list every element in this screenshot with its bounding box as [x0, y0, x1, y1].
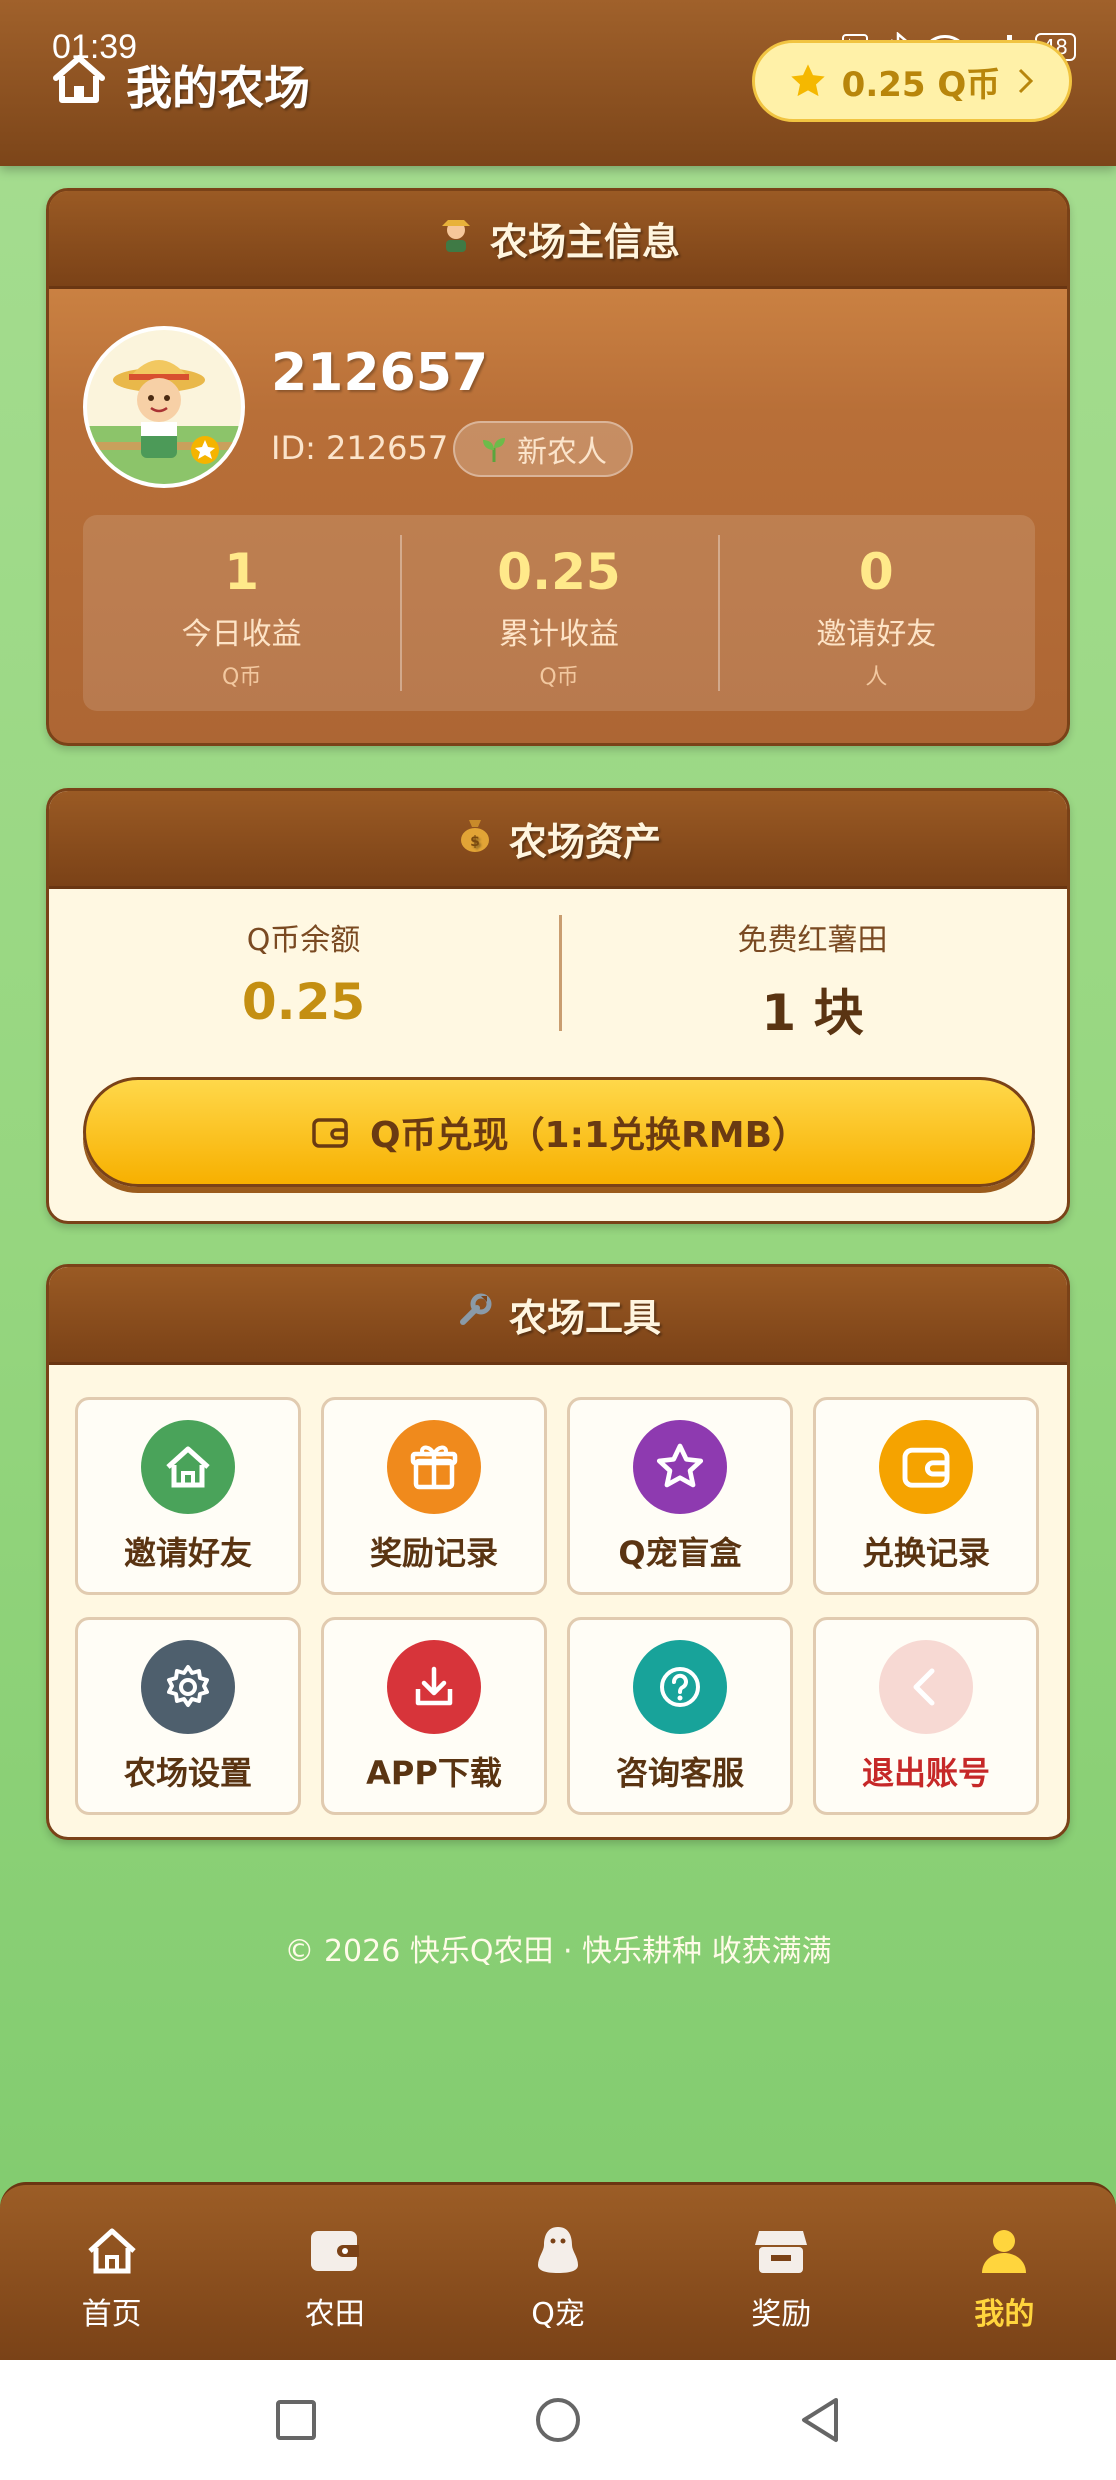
tool-farm-settings[interactable]: 农场设置: [75, 1617, 301, 1815]
nav-label: 我的: [974, 2297, 1035, 2332]
level-badge: 新农人: [453, 421, 633, 477]
stat-today-earnings: 1 今日收益 Q币: [83, 515, 400, 711]
home-circle-icon[interactable]: [534, 2396, 582, 2444]
penguin-icon: [538, 2227, 578, 2273]
assets-row: Q币余额 0.25 免费红薯田 1 块: [49, 915, 1067, 1042]
q-balance: Q币余额 0.25: [49, 915, 558, 1035]
tools-title: 农场工具: [508, 1296, 661, 1340]
nav-label: 首页: [81, 2297, 142, 2332]
back-icon[interactable]: [798, 2396, 842, 2444]
owner-info-header: 农场主信息: [49, 191, 1067, 289]
tool-pet-blind-box[interactable]: Q宠盲盒: [567, 1397, 793, 1595]
owner-info-title: 农场主信息: [489, 220, 680, 264]
username: 212657: [271, 343, 489, 403]
stat-value: 0.25: [497, 543, 621, 601]
tool-label: 退出账号: [861, 1754, 990, 1792]
withdraw-label: Q币兑现（1:1兑换RMB）: [369, 1115, 809, 1156]
tool-label: Q宠盲盒: [618, 1534, 742, 1572]
tool-label: 邀请好友: [123, 1534, 252, 1572]
stats-panel: 1 今日收益 Q币 0.25 累计收益 Q币 0 邀请好友 人: [83, 515, 1035, 711]
money-bag-icon: $: [455, 814, 495, 863]
stat-total-earnings: 0.25 累计收益 Q币: [400, 515, 717, 711]
tool-app-download[interactable]: APP下载: [321, 1617, 547, 1815]
svg-text:$: $: [470, 834, 480, 850]
stat-value: 0: [858, 543, 894, 601]
tool-label: 兑换记录: [861, 1534, 990, 1572]
tools-grid: 邀请好友 奖励记录 Q宠盲盒 兑换记录 农场设置 APP下载 咨询客服 退出账号: [75, 1397, 1045, 1815]
tool-exchange-records[interactable]: 兑换记录: [813, 1397, 1039, 1595]
nav-rewards[interactable]: 奖励: [670, 2185, 893, 2360]
download-icon: [387, 1640, 481, 1734]
gift-icon: [387, 1420, 481, 1514]
divider: [559, 915, 562, 1031]
tool-label: 咨询客服: [615, 1754, 744, 1792]
home-icon: [53, 55, 105, 103]
star-icon: [633, 1420, 727, 1514]
back-arrow-icon: [879, 1640, 973, 1734]
tool-label: APP下载: [366, 1754, 502, 1792]
owner-info-card: 农场主信息 212657 ID: 212657 新农人 1 今日收益 Q币 0.…: [46, 188, 1070, 746]
free-field-value: 1 块: [761, 984, 864, 1042]
page-title: 我的农场: [126, 61, 310, 115]
tools-header: 农场工具: [49, 1267, 1067, 1365]
free-field-label: 免费红薯田: [737, 923, 888, 958]
level-badge-text: 新农人: [517, 435, 607, 470]
gear-icon: [141, 1640, 235, 1734]
tool-logout[interactable]: 退出账号: [813, 1617, 1039, 1815]
bottom-nav: 首页 农田 Q宠 奖励 我的: [0, 2182, 1116, 2360]
wrench-icon: [455, 1290, 495, 1339]
stat-unit: Q币: [222, 665, 262, 690]
store-icon: [755, 2231, 808, 2273]
assets-title: 农场资产: [508, 820, 661, 864]
star-icon: [791, 64, 825, 97]
avatar[interactable]: [83, 326, 245, 488]
footer-copyright: © 2026 快乐Q农田 · 快乐耕种 收获满满: [284, 1934, 832, 1969]
wallet-icon: [312, 1118, 348, 1148]
q-balance-value: 0.25: [241, 973, 366, 1031]
tools-card: 农场工具 邀请好友 奖励记录 Q宠盲盒 兑换记录 农场设置 APP下载 咨询客服…: [46, 1264, 1070, 1840]
recents-icon[interactable]: [274, 2398, 318, 2442]
sprout-icon: [483, 438, 505, 462]
wallet-icon: [879, 1420, 973, 1514]
home-icon: [141, 1420, 235, 1514]
nav-label: Q宠: [531, 2297, 585, 2332]
user-icon: [982, 2230, 1027, 2273]
tool-invite-friends[interactable]: 邀请好友: [75, 1397, 301, 1595]
question-icon: [633, 1640, 727, 1734]
stat-value: 1: [224, 543, 260, 601]
nav-me[interactable]: 我的: [893, 2185, 1116, 2360]
system-nav-bar: [0, 2360, 1116, 2480]
nav-label: 农田: [304, 2297, 365, 2332]
withdraw-button[interactable]: Q币兑现（1:1兑换RMB）: [83, 1077, 1035, 1187]
tool-label: 农场设置: [123, 1754, 252, 1792]
free-field: 免费红薯田 1 块: [558, 915, 1067, 1042]
coin-balance-text: 0.25 Q币: [841, 64, 1001, 105]
nav-pet[interactable]: Q宠: [446, 2185, 669, 2360]
nav-farm[interactable]: 农田: [223, 2185, 446, 2360]
wallet-icon: [310, 2231, 359, 2271]
tool-customer-service[interactable]: 咨询客服: [567, 1617, 793, 1815]
nav-home[interactable]: 首页: [0, 2185, 223, 2360]
farmer-icon: [436, 214, 476, 263]
assets-header: $ 农场资产: [49, 791, 1067, 889]
stat-unit: Q币: [539, 665, 579, 690]
nav-label: 奖励: [751, 2297, 812, 2332]
chevron-right-icon: [1019, 68, 1034, 94]
tool-label: 奖励记录: [369, 1534, 498, 1572]
stat-label: 累计收益: [498, 617, 619, 652]
tool-reward-records[interactable]: 奖励记录: [321, 1397, 547, 1595]
coin-balance-button[interactable]: 0.25 Q币: [752, 40, 1072, 122]
user-id: ID: 212657: [271, 429, 449, 467]
stat-unit: 人: [865, 665, 888, 690]
app-header: 01:39 48 我的农场 0.25 Q币: [0, 0, 1116, 166]
stat-label: 今日收益: [181, 617, 302, 652]
home-icon: [87, 2228, 136, 2274]
assets-card: $ 农场资产 Q币余额 0.25 免费红薯田 1 块 Q币兑现（1:1兑换RMB…: [46, 788, 1070, 1224]
stat-invited-friends: 0 邀请好友 人: [717, 515, 1035, 711]
q-balance-label: Q币余额: [246, 923, 361, 958]
stat-label: 邀请好友: [816, 617, 937, 652]
